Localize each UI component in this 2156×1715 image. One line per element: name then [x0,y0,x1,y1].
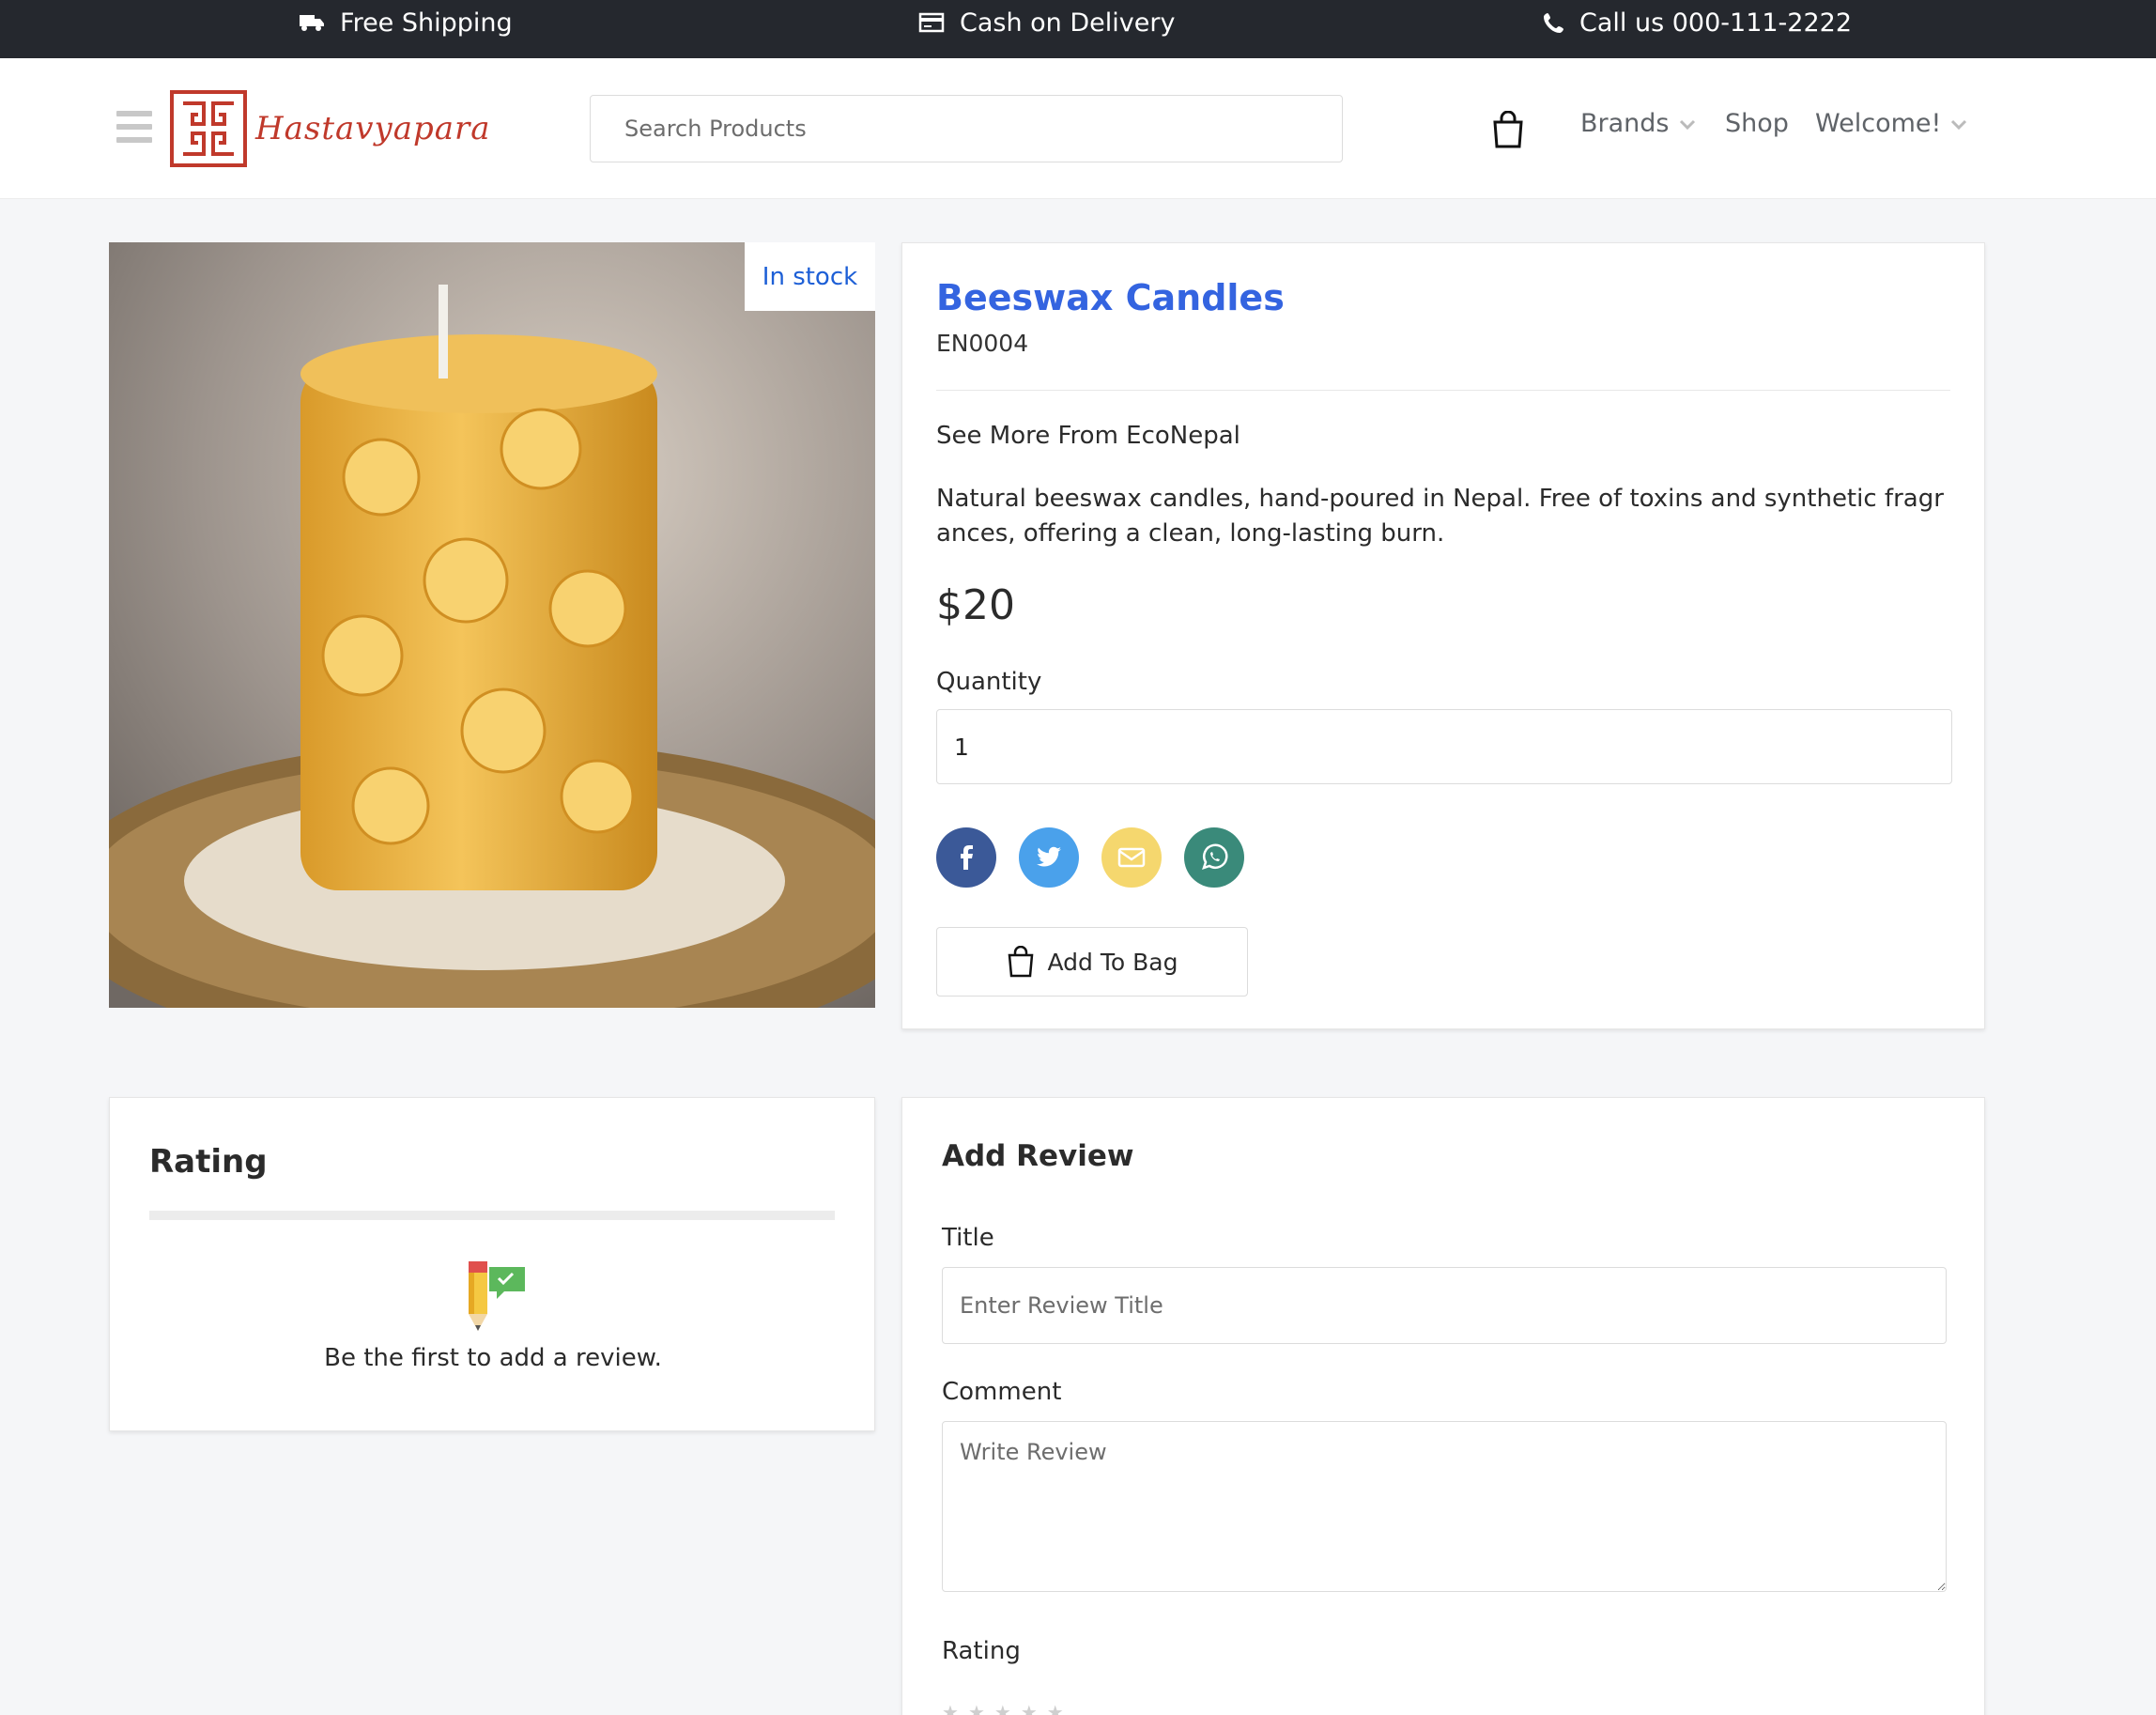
share-facebook-button[interactable] [936,827,996,888]
star-icon[interactable]: ★ [942,1701,959,1715]
rating-card: Rating Be the first to add a review. [109,1097,875,1431]
nav-welcome[interactable]: Welcome! [1815,109,1967,138]
facebook-icon [961,845,973,870]
free-shipping-notice: Free Shipping [299,0,513,45]
comment-textarea[interactable] [942,1421,1947,1592]
credit-card-icon [918,12,945,33]
star-icon[interactable]: ★ [994,1701,1011,1715]
call-label: Call us 000-111-2222 [1579,8,1853,38]
review-rating-label: Rating [942,1637,1021,1665]
review-title-label: Title [942,1224,994,1252]
add-review-title: Add Review [942,1139,1134,1173]
whatsapp-icon [1202,843,1228,870]
product-description: Natural beeswax candles, hand-poured in … [936,485,1944,548]
logo-mark-icon [170,90,247,167]
star-rating-input[interactable]: ★ ★ ★ ★ ★ [942,1701,1064,1715]
empty-review-message: Be the first to add a review. [324,1344,662,1372]
add-to-bag-label: Add To Bag [1047,948,1178,976]
envelope-icon [1117,847,1146,868]
product-sku: EN0004 [936,330,1029,357]
shopping-bag-icon[interactable] [1491,111,1525,148]
quantity-input[interactable] [936,709,1952,784]
free-shipping-label: Free Shipping [340,8,513,38]
candle-photo [109,242,875,1008]
phone-icon [1544,13,1563,33]
logo-text: Hastavyapara [255,110,491,147]
nav-shop[interactable]: Shop [1725,109,1789,138]
add-review-card: Add Review Title Comment Rating ★ ★ ★ ★ … [901,1097,1985,1715]
quantity-label: Quantity [936,668,1042,696]
menu-icon[interactable] [116,111,152,143]
review-pencil-icon [469,1261,525,1331]
brand-link[interactable]: See More From EcoNepal [936,422,1240,450]
star-icon[interactable]: ★ [1047,1701,1064,1715]
product-title: Beeswax Candles [936,277,1285,318]
product-info-card: Beeswax Candles EN0004 See More From Eco… [901,242,1985,1029]
stock-badge: In stock [745,242,875,311]
top-announcement-bar: Free Shipping Cash on Delivery Call us 0… [0,0,2156,58]
product-price: $20 [936,581,1015,629]
nav-welcome-label: Welcome! [1815,109,1942,138]
share-whatsapp-button[interactable] [1184,827,1244,888]
chevron-down-icon [1951,119,1967,130]
nav-brands[interactable]: Brands [1580,109,1696,138]
comment-label: Comment [942,1378,1062,1406]
nav-brands-label: Brands [1580,109,1670,138]
product-image [109,242,875,1008]
chevron-down-icon [1679,119,1695,130]
shopping-bag-icon [1008,946,1033,978]
search-input[interactable] [590,95,1343,162]
call-notice: Call us 000-111-2222 [1544,0,1852,45]
twitter-icon [1037,846,1061,867]
rating-bar [149,1211,835,1220]
divider [936,390,1950,391]
nav-shop-label: Shop [1725,109,1789,138]
site-logo[interactable]: Hastavyapara [169,86,491,171]
share-email-button[interactable] [1101,827,1162,888]
star-icon[interactable]: ★ [1021,1701,1038,1715]
cod-notice: Cash on Delivery [918,0,1175,45]
site-header: Hastavyapara Brands Shop Welcome! [0,58,2156,199]
add-to-bag-button[interactable]: Add To Bag [936,927,1248,997]
share-twitter-button[interactable] [1019,827,1079,888]
rating-title: Rating [149,1143,268,1181]
truck-icon [300,15,324,31]
review-title-input[interactable] [942,1267,1947,1344]
cod-label: Cash on Delivery [960,8,1176,38]
star-icon[interactable]: ★ [968,1701,985,1715]
